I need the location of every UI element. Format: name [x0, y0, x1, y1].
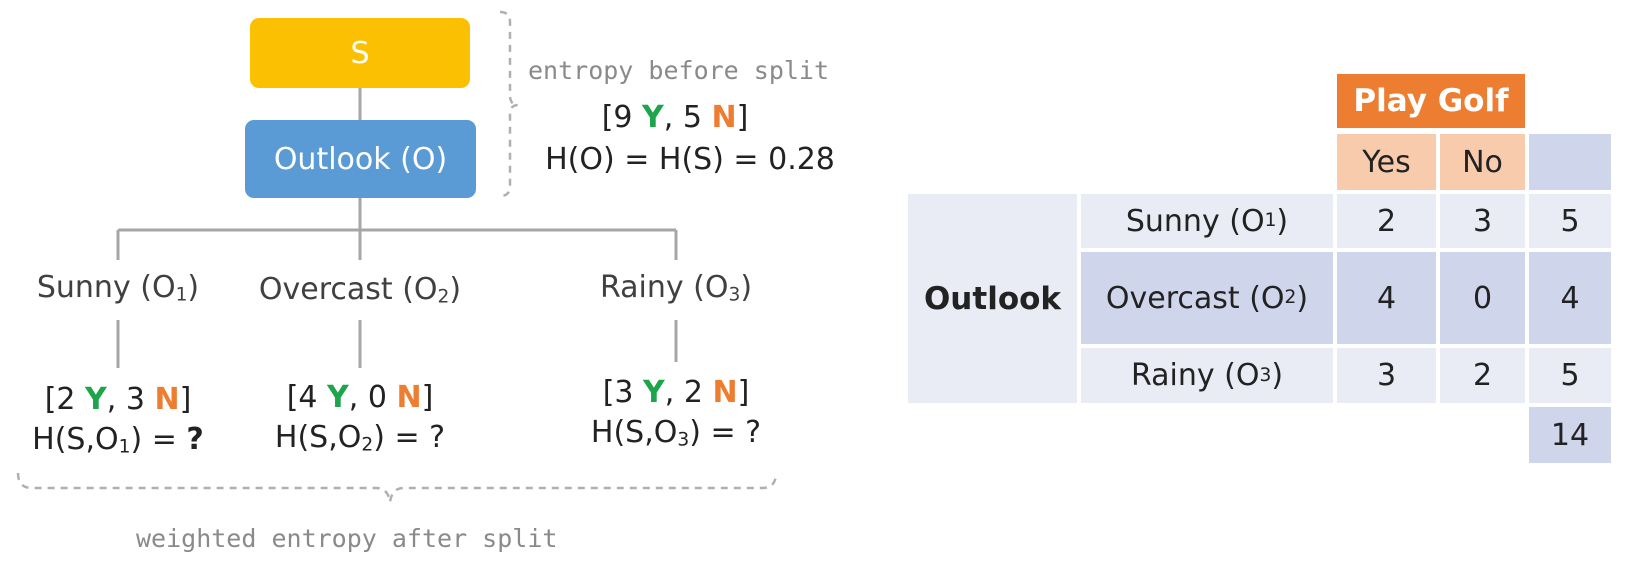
cell-sunny-total: 5 — [1529, 194, 1611, 248]
branch-entropy-rainy: H(S,O3) = ? — [590, 415, 762, 451]
outlook-node: Outlook (O) — [245, 120, 476, 198]
cell-sunny-yes: 2 — [1337, 194, 1436, 248]
row-label-sunny: Sunny (O 1) — [1081, 194, 1333, 248]
branch-counts-rainy: [3 Y, 2 N] — [602, 375, 750, 410]
before-split-counts: [9 Y, 5 N] — [601, 100, 749, 135]
outlook-node-label: Outlook (O) — [273, 141, 448, 177]
cell-sunny-no: 3 — [1440, 194, 1525, 248]
col-header-total — [1529, 134, 1611, 190]
col-header-no: No — [1440, 134, 1525, 190]
before-split-brace — [499, 10, 519, 198]
branch-label-rainy: Rainy (O3) — [599, 270, 753, 306]
branch-entropy-sunny: H(S,O1) = ? — [32, 422, 204, 458]
cell-rainy-no: 2 — [1440, 348, 1525, 403]
cell-overcast-total: 4 — [1529, 252, 1611, 344]
cell-grand-total: 14 — [1529, 407, 1611, 463]
branch-label-sunny: Sunny (O1) — [36, 270, 200, 306]
branch-counts-sunny: [2 Y, 3 N] — [44, 382, 192, 417]
row-label-rainy: Rainy (O 3) — [1081, 348, 1333, 403]
play-golf-header: Play Golf — [1337, 74, 1525, 128]
cell-rainy-yes: 3 — [1337, 348, 1436, 403]
root-label: S — [350, 35, 370, 71]
row-group-outlook: Outlook — [908, 194, 1077, 403]
root-node: S — [250, 18, 470, 88]
col-header-yes: Yes — [1337, 134, 1436, 190]
row-label-overcast: Overcast (O 2) — [1081, 252, 1333, 344]
branch-label-overcast: Overcast (O2) — [258, 272, 462, 308]
after-split-caption: weighted entropy after split — [136, 524, 558, 553]
branch-entropy-overcast: H(S,O2) = ? — [274, 420, 446, 456]
cell-overcast-no: 0 — [1440, 252, 1525, 344]
after-split-brace — [16, 472, 778, 503]
before-split-entropy: H(O) = H(S) = 0.28 — [545, 142, 835, 177]
cell-overcast-yes: 4 — [1337, 252, 1436, 344]
before-split-caption: entropy before split — [528, 56, 830, 85]
cell-rainy-total: 5 — [1529, 348, 1611, 403]
branch-counts-overcast: [4 Y, 0 N] — [286, 380, 434, 415]
